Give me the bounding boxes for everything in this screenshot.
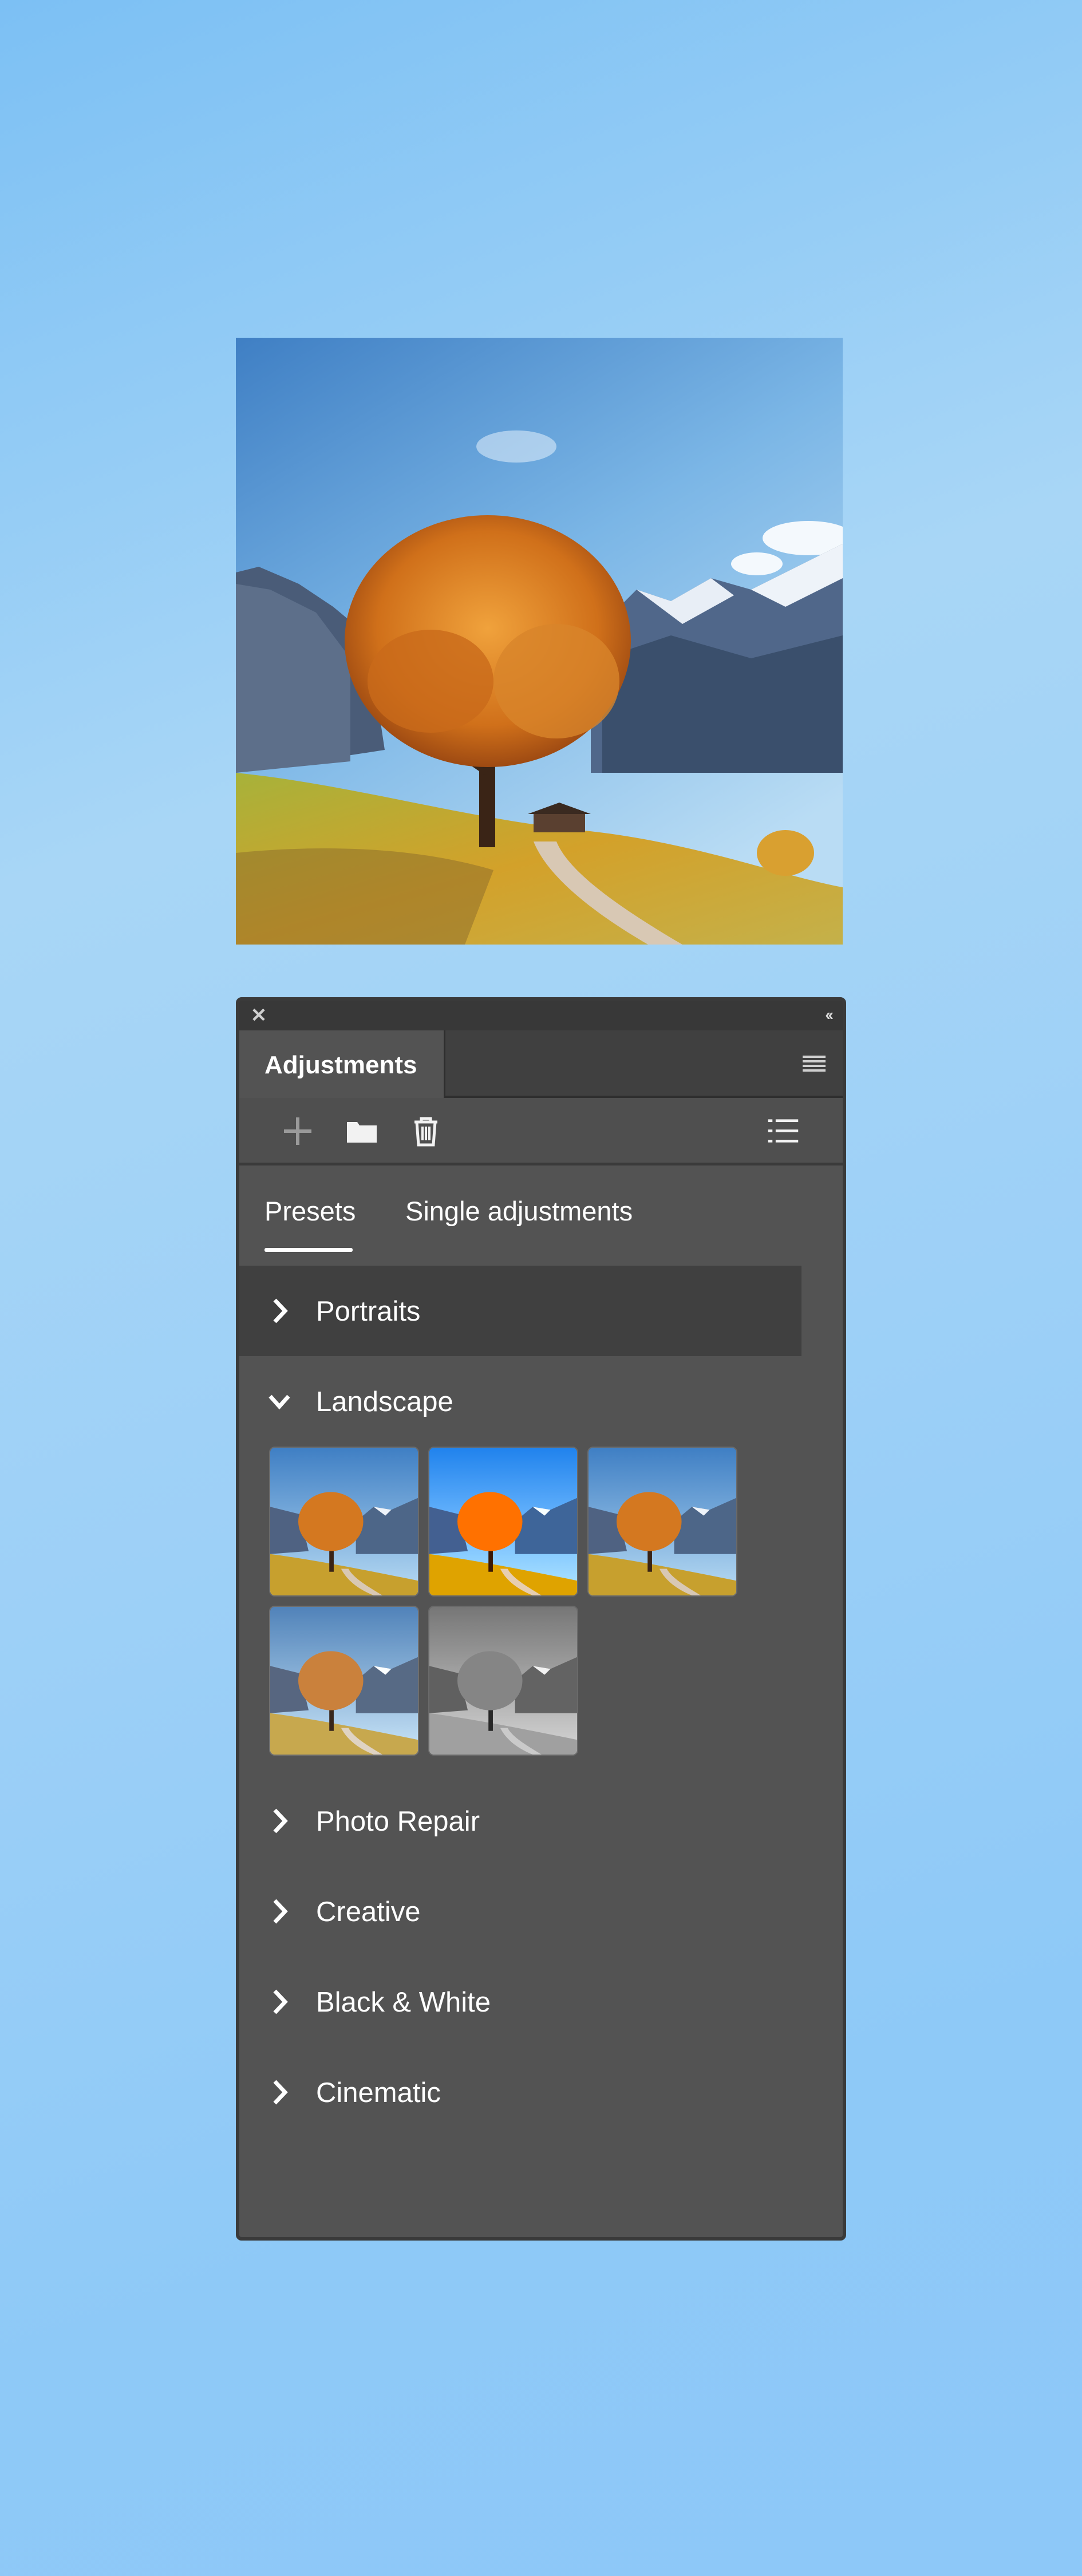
tab-adjustments-label: Adjustments	[264, 1051, 417, 1079]
tab-adjustments[interactable]: Adjustments	[239, 1030, 445, 1098]
preset-thumbnail[interactable]	[428, 1606, 578, 1756]
landscape-preset-grid	[239, 1447, 843, 1776]
subtab-bar: Presets Single adjustments	[239, 1165, 843, 1266]
section-label: Black & White	[316, 1987, 491, 2018]
section-label: Portraits	[316, 1296, 421, 1327]
chevron-right-icon	[267, 1295, 292, 1326]
panel-tab-row: Adjustments	[239, 1030, 843, 1098]
trash-icon[interactable]	[409, 1114, 443, 1148]
section-label: Landscape	[316, 1386, 453, 1417]
chevron-right-icon	[267, 1896, 292, 1927]
section-label: Creative	[316, 1897, 421, 1927]
list-view-icon[interactable]	[766, 1114, 803, 1148]
section-label: Cinematic	[316, 2077, 441, 2108]
preset-thumbnail[interactable]	[587, 1447, 737, 1597]
plus-icon[interactable]	[281, 1114, 315, 1148]
chevron-right-icon	[267, 2077, 292, 2108]
section-photo-repair[interactable]: Photo Repair	[239, 1776, 843, 1866]
folder-icon[interactable]	[345, 1114, 379, 1148]
section-portraits[interactable]: Portraits	[239, 1266, 801, 1356]
section-landscape[interactable]: Landscape	[239, 1356, 843, 1447]
chevron-down-icon	[267, 1386, 292, 1417]
landscape-photo	[236, 338, 843, 945]
tab-presets[interactable]: Presets	[264, 1195, 356, 1227]
section-cinematic[interactable]: Cinematic	[239, 2047, 843, 2138]
preset-thumbnail[interactable]	[428, 1447, 578, 1597]
chevron-right-icon	[267, 1986, 292, 2017]
collapse-icon[interactable]: ‹‹	[825, 1005, 834, 1025]
close-icon[interactable]: ✕	[250, 1006, 268, 1025]
preset-thumbnail[interactable]	[269, 1447, 419, 1597]
chevron-right-icon	[267, 1805, 292, 1836]
section-black-white[interactable]: Black & White	[239, 1957, 843, 2047]
active-tab-indicator	[264, 1248, 353, 1252]
section-creative[interactable]: Creative	[239, 1866, 843, 1957]
adjustments-panel: ✕ ‹‹ Adjustments Presets Single adjustme…	[236, 997, 846, 2241]
panel-toolbar	[239, 1098, 843, 1165]
panel-menu-icon[interactable]	[803, 1056, 826, 1073]
section-label: Photo Repair	[316, 1806, 480, 1837]
panel-titlebar: ✕ ‹‹	[239, 1001, 843, 1030]
tab-single-adjustments[interactable]: Single adjustments	[405, 1195, 633, 1227]
preset-thumbnail[interactable]	[269, 1606, 419, 1756]
